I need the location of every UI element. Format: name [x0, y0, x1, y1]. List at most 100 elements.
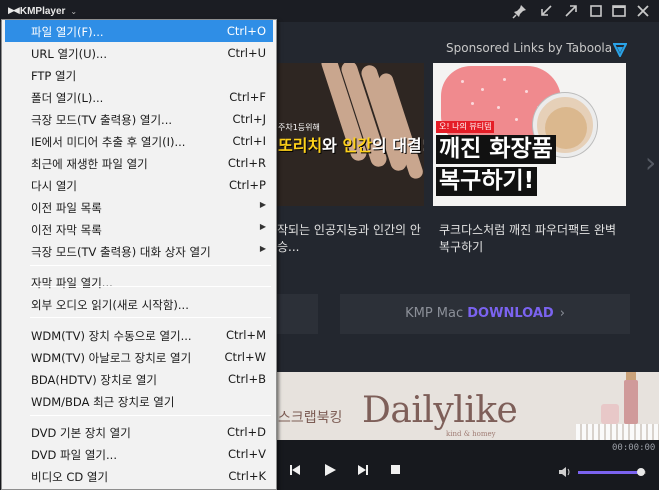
ad-card-1-image-title: 또리치와 인간의 대결!	[278, 136, 424, 155]
volume-level	[578, 471, 641, 474]
menu-item-dvd-file[interactable]: DVD 파일 열기... Ctrl+V	[5, 443, 273, 465]
previous-icon[interactable]	[289, 464, 301, 480]
menu-item-shortcut: Ctrl+P	[228, 178, 266, 192]
menu-item-open-recent[interactable]: 최근에 재생한 파일 열기 Ctrl+R	[5, 152, 273, 174]
bottle-shape	[624, 380, 638, 424]
ad-card-2-image-line1: 깨진 화장품	[436, 135, 556, 164]
menu-item-label: DVD 파일 열기...	[31, 448, 117, 462]
menu-item-shortcut: Ctrl+D	[227, 425, 266, 439]
minimize-to-corner-icon[interactable]	[538, 3, 554, 19]
chevron-right-icon: ›	[559, 306, 565, 321]
banner-subtitle: kind & homey	[446, 430, 496, 438]
ad-card-2-image-line2: 복구하기!	[436, 167, 538, 196]
volume-handle[interactable]	[636, 468, 645, 476]
maximize-icon[interactable]	[611, 3, 627, 19]
menu-item-dvd-default[interactable]: DVD 기본 장치 열기 Ctrl+D	[5, 421, 273, 443]
menu-item-open-subtitle[interactable]: 자막 파일 열기...	[5, 271, 273, 293]
submenu-arrow-icon: ▶	[259, 222, 266, 231]
menu-item-label: 극장 모드(TV 출력용) 열기...	[31, 113, 173, 127]
menu-item-label: 비디오 CD 열기	[31, 470, 109, 484]
menu-item-shortcut: Ctrl+J	[232, 112, 267, 126]
menu-item-external-audio[interactable]: 외부 오디오 읽기(새로 시작함)...	[5, 293, 273, 315]
banner-brand: Dailylike	[362, 390, 518, 431]
app-title: KMPlayer	[19, 5, 66, 17]
bottle-shape	[601, 404, 619, 424]
menu-item-open-theater-mode[interactable]: 극장 모드(TV 출력용) 열기... Ctrl+J	[5, 108, 273, 130]
menu-item-theater-dialog[interactable]: 극장 모드(TV 출력용) 대화 상자 열기 ▶	[5, 240, 273, 262]
menu-separator	[30, 317, 271, 318]
menu-item-shortcut: Ctrl+O	[226, 24, 266, 38]
menu-item-open-ftp[interactable]: FTP 열기	[5, 64, 273, 86]
submenu-arrow-icon: ▶	[259, 244, 266, 253]
menu-separator	[30, 265, 271, 266]
file-open-menu: 파일 열기(F)... Ctrl+O URL 열기(U)... Ctrl+U FTP 열…	[1, 19, 277, 490]
ad-card-2-image-tag: 오! 나의 뷰티템	[436, 121, 495, 133]
menu-item-shortcut: Ctrl+W	[224, 350, 266, 364]
volume-slider[interactable]	[578, 471, 646, 474]
menu-item-label: WDM/BDA 최근 장치로 열기	[31, 395, 175, 409]
menu-item-label: URL 열기(U)...	[31, 47, 107, 61]
menu-separator	[30, 286, 271, 287]
ad-card-1-caption[interactable]: 작되는 인공지능과 인간의 안 승...	[277, 222, 427, 256]
banner-korean-text: 스크랩북킹	[278, 410, 343, 426]
expand-icon[interactable]	[563, 3, 579, 19]
menu-item-open-folder[interactable]: 폴더 열기(L)... Ctrl+F	[5, 86, 273, 108]
menu-item-shortcut: Ctrl+U	[227, 46, 266, 60]
menu-item-open-ie-extract[interactable]: IE에서 미디어 추출 후 열기(I)... Ctrl+I	[5, 130, 273, 152]
menu-item-label: WDM(TV) 장치 수동으로 열기...	[31, 329, 192, 343]
menu-item-label: 극장 모드(TV 출력용) 대화 상자 열기	[31, 245, 211, 259]
chevron-right-icon[interactable]: ›	[645, 146, 656, 179]
menu-item-video-cd[interactable]: 비디오 CD 열기 Ctrl+K	[5, 465, 273, 487]
menu-item-shortcut: Ctrl+B	[228, 372, 266, 386]
close-icon[interactable]	[635, 3, 651, 19]
submenu-arrow-icon: ▶	[259, 200, 266, 209]
menu-item-label: 폴더 열기(L)...	[31, 91, 104, 105]
menu-item-reopen[interactable]: 다시 열기 Ctrl+P	[5, 174, 273, 196]
stop-icon[interactable]	[391, 465, 401, 479]
menu-item-label: 이전 자막 목록	[31, 223, 102, 237]
dailylike-banner[interactable]: 스크랩북킹 Dailylike kind & homey	[276, 372, 659, 444]
menu-separator	[30, 415, 271, 416]
menu-item-label: DVD 기본 장치 열기	[31, 426, 131, 440]
play-icon[interactable]	[324, 463, 337, 481]
app-logo-menu[interactable]: ▶◀ KMPlayer ⌄	[8, 4, 77, 18]
menu-item-label: 자막 파일 열기...	[31, 276, 113, 290]
menu-item-prev-subtitles[interactable]: 이전 자막 목록 ▶	[5, 218, 273, 240]
menu-item-shortcut: Ctrl+I	[232, 134, 267, 148]
kmp-mac-download-button[interactable]: KMP Mac DOWNLOAD ›	[340, 294, 630, 334]
ad-button-left[interactable]	[276, 294, 318, 334]
menu-item-label: FTP 열기	[31, 69, 77, 83]
menu-item-open-file[interactable]: 파일 열기(F)... Ctrl+O	[5, 20, 273, 42]
pin-icon[interactable]	[512, 3, 528, 19]
ad-card-1-image[interactable]: 주차1등위해 또리치와 인간의 대결!	[276, 63, 424, 206]
time-display: 00:00:00	[612, 443, 656, 453]
menu-item-shortcut: Ctrl+R	[227, 156, 266, 170]
menu-item-wdm-bda-recent[interactable]: WDM/BDA 최근 장치로 열기	[5, 390, 273, 412]
menu-item-shortcut: Ctrl+K	[228, 469, 266, 483]
menu-item-shortcut: Ctrl+M	[225, 328, 266, 342]
kmp-logo-icon: ▶◀	[8, 6, 20, 16]
restore-icon[interactable]	[588, 3, 604, 19]
menu-item-label: BDA(HDTV) 장치로 열기	[31, 373, 157, 387]
menu-item-label: 다시 열기	[31, 179, 77, 193]
menu-item-label: IE에서 미디어 추출 후 열기(I)...	[31, 135, 186, 149]
menu-item-wdm-analog[interactable]: WDM(TV) 아날로그 장치로 열기 Ctrl+W	[5, 346, 273, 368]
sponsored-label[interactable]: Sponsored Links by Taboola	[446, 41, 612, 55]
menu-item-label: 최근에 재생한 파일 열기	[31, 157, 148, 171]
menu-item-shortcut: Ctrl+F	[229, 90, 266, 104]
menu-item-label: WDM(TV) 아날로그 장치로 열기	[31, 351, 192, 365]
chevron-down-icon: ⌄	[70, 6, 78, 16]
taboola-icon[interactable]	[612, 42, 628, 59]
menu-item-label: 외부 오디오 읽기(새로 시작함)...	[31, 298, 189, 312]
ad-card-2-caption[interactable]: 쿠크다스처럼 깨진 파우더팩트 완벽 복구하기	[439, 222, 629, 256]
ad-card-2-image[interactable]: 오! 나의 뷰티템 깨진 화장품 복구하기!	[433, 63, 626, 206]
menu-item-shortcut: Ctrl+V	[228, 447, 266, 461]
menu-item-bda-hdtv[interactable]: BDA(HDTV) 장치로 열기 Ctrl+B	[5, 368, 273, 390]
menu-item-label: 이전 파일 목록	[31, 201, 102, 215]
menu-item-open-url[interactable]: URL 열기(U)... Ctrl+U	[5, 42, 273, 64]
volume-icon[interactable]	[558, 466, 572, 481]
next-icon[interactable]	[357, 464, 369, 480]
menu-item-label: 파일 열기(F)...	[31, 25, 104, 39]
menu-item-prev-files[interactable]: 이전 파일 목록 ▶	[5, 196, 273, 218]
menu-item-wdm-manual[interactable]: WDM(TV) 장치 수동으로 열기... Ctrl+M	[5, 324, 273, 346]
